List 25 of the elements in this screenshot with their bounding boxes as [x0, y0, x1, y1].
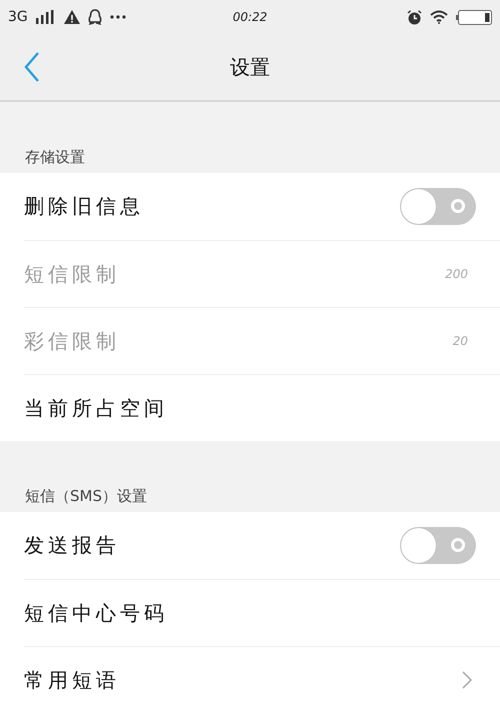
back-icon[interactable] [24, 52, 40, 82]
network-label: 3G [8, 9, 28, 25]
warning-icon [64, 10, 80, 24]
alarm-icon [407, 10, 422, 24]
toggle-switch[interactable] [400, 188, 476, 225]
section-header: 存储设置 [25, 148, 85, 167]
page-title: 设置 [230, 54, 270, 80]
toggle-switch[interactable] [400, 527, 476, 564]
signal-icon [36, 10, 56, 24]
setting-label: 当前所占空间 [24, 394, 168, 422]
setting-label: 删除旧信息 [24, 193, 144, 220]
battery-icon [456, 10, 492, 24]
setting-label: 常用短语 [24, 666, 120, 694]
setting-value: 20 [452, 334, 468, 348]
setting-label: 彩信限制 [24, 328, 120, 354]
setting-label: 短信中心号码 [24, 600, 168, 626]
status-time: 00:22 [232, 10, 268, 24]
setting-label: 发送报告 [24, 532, 120, 559]
setting-value: 200 [445, 267, 468, 281]
wifi-icon [430, 10, 448, 24]
section-header: 短信（SMS）设置 [25, 487, 147, 506]
app-icon [88, 9, 102, 25]
setting-label: 短信限制 [24, 260, 120, 288]
more-icon [110, 15, 126, 19]
chevron-right-icon [462, 671, 472, 689]
